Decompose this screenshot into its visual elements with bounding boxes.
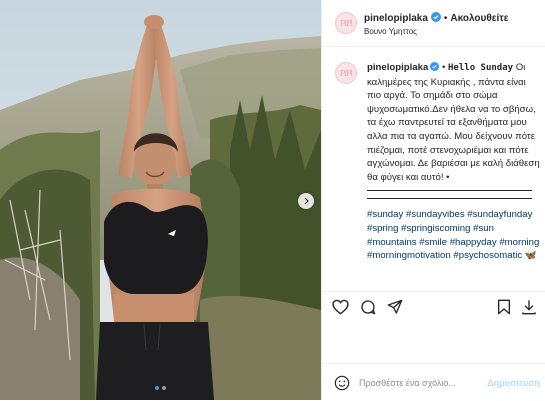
download-button[interactable] <box>519 297 539 317</box>
caption-body: Οι καλημέρες της Κυριακής , πάντα είναι … <box>367 62 540 183</box>
username-link[interactable]: pinelopiplaka <box>364 13 428 24</box>
post-header: PiPl pinelopiplaka • Ακολουθείτε Βουνο Υ… <box>322 0 545 47</box>
smiley-icon <box>334 375 350 391</box>
post-photo[interactable] <box>0 0 321 400</box>
carousel-dot <box>162 386 166 390</box>
caption-avatar[interactable]: PiPl <box>335 62 357 84</box>
caption-username[interactable]: pinelopiplaka <box>367 62 428 73</box>
hashtag-link[interactable]: #spring <box>367 223 398 234</box>
heart-icon <box>331 299 349 315</box>
share-button[interactable] <box>385 297 405 317</box>
avatar[interactable]: PiPl <box>335 12 357 34</box>
following-button[interactable]: Ακολουθείτε <box>450 13 508 24</box>
download-icon <box>522 300 536 315</box>
action-bar <box>322 291 545 322</box>
emoji-button[interactable] <box>334 375 350 391</box>
caption-separator: • <box>441 62 446 73</box>
butterfly-emoji: 🦋 <box>524 250 537 262</box>
hashtag-link[interactable]: #happyday <box>450 237 497 248</box>
next-photo-button[interactable] <box>298 193 314 209</box>
caption-section: PiPl pinelopiplaka • Hello Sunday Οι καλ… <box>322 47 545 291</box>
bookmark-icon <box>497 299 510 315</box>
caption-divider <box>367 198 532 200</box>
carousel-indicator <box>0 386 321 390</box>
header-user-line: pinelopiplaka • Ακολουθείτε <box>364 12 509 25</box>
comment-input[interactable] <box>359 374 489 392</box>
carousel-dot <box>155 386 159 390</box>
location-link[interactable]: Βουνο Υμηττος <box>364 27 417 36</box>
hashtag-link[interactable]: #springiscoming <box>401 223 470 234</box>
hashtag-link[interactable]: #sundayfunday <box>467 209 532 220</box>
hashtag-link[interactable]: #morningmotivation <box>367 250 451 261</box>
hashtag-link[interactable]: #psychosomatic <box>453 250 522 261</box>
hashtag-link[interactable]: #morning <box>499 237 539 248</box>
hashtag-list: #sunday #sundayvibes #sundayfunday #spri… <box>367 208 542 262</box>
photo-illustration <box>0 0 321 400</box>
save-button[interactable] <box>494 297 514 317</box>
like-button[interactable] <box>330 297 350 317</box>
hashtag-link[interactable]: #sundayvibes <box>406 209 465 220</box>
comment-bar: Δημοσίευση <box>322 363 545 401</box>
chevron-right-icon <box>304 197 309 205</box>
post-sidebar: PiPl pinelopiplaka • Ακολουθείτε Βουνο Υ… <box>321 0 545 400</box>
post-comment-button[interactable]: Δημοσίευση <box>487 378 540 388</box>
comment-icon <box>361 300 376 315</box>
caption-divider <box>367 190 532 192</box>
separator-dot: • <box>443 13 448 24</box>
verified-badge-icon <box>430 12 441 25</box>
caption-hello: Hello Sunday <box>448 63 514 73</box>
hashtag-link[interactable]: #sunday <box>367 209 403 220</box>
comment-button[interactable] <box>358 297 378 317</box>
hashtag-link[interactable]: #sun <box>473 223 494 234</box>
verified-badge-icon <box>430 62 440 76</box>
instagram-post: PiPl pinelopiplaka • Ακολουθείτε Βουνο Υ… <box>0 0 545 400</box>
hashtag-link[interactable]: #smile <box>419 237 447 248</box>
caption-text: pinelopiplaka • Hello Sunday Οι καλημέρε… <box>367 61 542 263</box>
paper-plane-icon <box>387 299 403 314</box>
hashtag-link[interactable]: #mountains <box>367 237 417 248</box>
